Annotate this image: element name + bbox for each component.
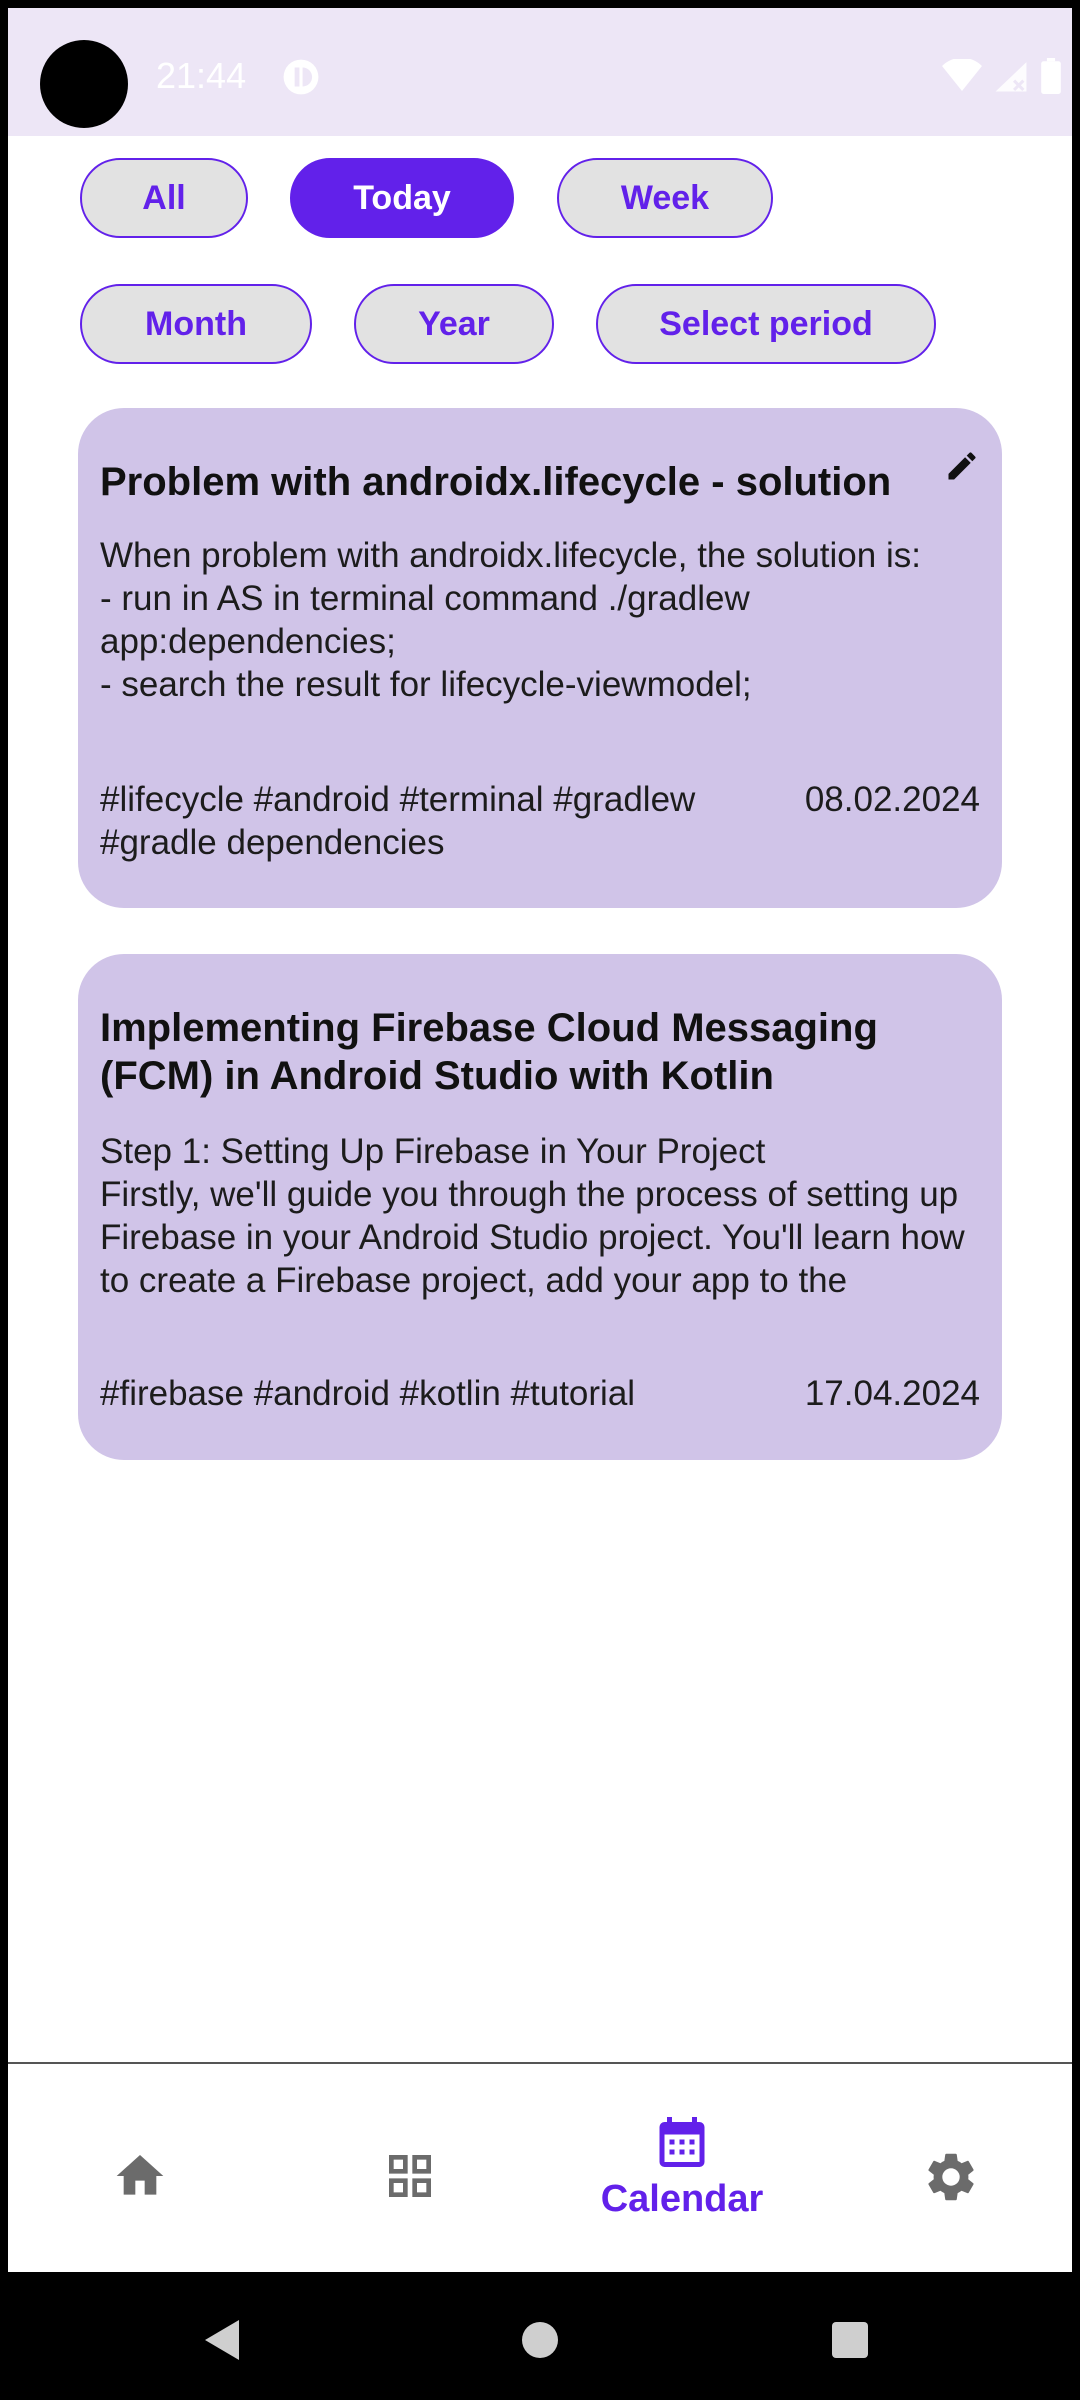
filter-chip-month[interactable]: Month	[80, 284, 312, 364]
filter-chip-today[interactable]: Today	[290, 158, 514, 238]
note-date: 17.04.2024	[804, 1374, 980, 1413]
camera-cutout	[40, 40, 128, 128]
note-date: 08.02.2024	[804, 780, 980, 819]
battery-icon	[1041, 58, 1061, 94]
note-title: Implementing Firebase Cloud Messaging (F…	[100, 1006, 878, 1098]
note-card[interactable]: Implementing Firebase Cloud Messaging (F…	[78, 954, 1002, 1460]
note-tags: #firebase #android #kotlin #tutorial	[100, 1374, 636, 1413]
filter-chip-week[interactable]: Week	[557, 158, 773, 238]
status-time: 21:44	[156, 55, 247, 96]
nav-item-settings[interactable]	[922, 2148, 980, 2206]
note-body: Step 1: Setting Up Firebase in Your Proj…	[100, 1132, 965, 1300]
nav-item-dashboard[interactable]	[382, 2148, 438, 2204]
filter-chip-all[interactable]: All	[80, 158, 248, 238]
home-icon	[116, 2155, 164, 2195]
note-card[interactable]: Problem with androidx.lifecycle - soluti…	[78, 408, 1002, 908]
status-bar: 21:44	[8, 8, 1072, 136]
recents-icon[interactable]	[830, 2320, 870, 2360]
wifi-icon	[942, 59, 982, 91]
system-nav-bar	[0, 2272, 1080, 2400]
note-tags: #lifecycle #android #terminal #gradlew #…	[100, 780, 696, 862]
status-icons	[942, 56, 1062, 96]
edit-icon[interactable]	[944, 448, 980, 484]
back-icon[interactable]	[202, 2318, 244, 2362]
grid-icon	[389, 2155, 431, 2197]
note-title: Problem with androidx.lifecycle - soluti…	[100, 460, 892, 504]
screen: 21:44 All Today Week Month Year Select p…	[8, 8, 1072, 2272]
notification-app-icon	[283, 59, 319, 95]
home-circle-icon[interactable]	[520, 2320, 560, 2360]
nav-label-calendar: Calendar	[600, 2178, 764, 2220]
cellular-signal-icon	[995, 62, 1027, 92]
nav-item-calendar[interactable]: Calendar	[594, 2112, 770, 2221]
note-body: When problem with androidx.lifecycle, th…	[100, 536, 921, 704]
nav-item-home[interactable]	[112, 2148, 168, 2204]
filter-chip-select-period[interactable]: Select period	[596, 284, 936, 364]
settings-icon	[928, 2153, 974, 2201]
bottom-nav-divider	[8, 2062, 1072, 2064]
filter-chip-year[interactable]: Year	[354, 284, 554, 364]
calendar-icon	[659, 2117, 705, 2167]
